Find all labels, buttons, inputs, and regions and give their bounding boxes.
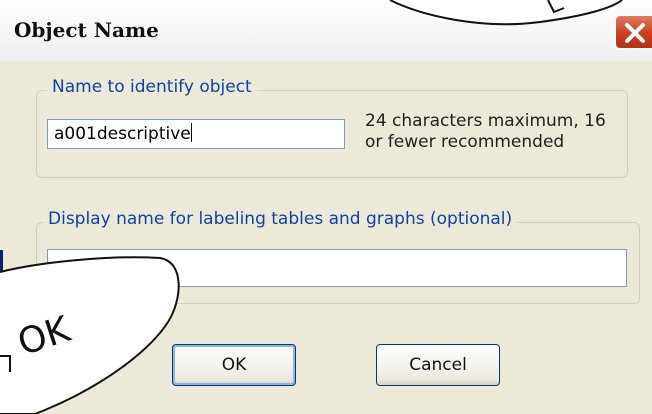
name-length-hint: 24 characters maximum, 16 or fewer recom… bbox=[365, 111, 606, 153]
close-button[interactable] bbox=[614, 14, 652, 50]
close-icon bbox=[625, 23, 645, 43]
display-name-legend: Display name for labeling tables and gra… bbox=[43, 209, 518, 229]
object-name-input[interactable]: a001descriptive bbox=[47, 119, 345, 149]
ok-button[interactable]: OK bbox=[172, 344, 296, 386]
name-length-hint-line1: 24 characters maximum, 16 bbox=[365, 111, 606, 131]
object-name-value: a001descriptive bbox=[54, 124, 191, 144]
window-edge bbox=[0, 250, 3, 414]
display-name-input[interactable] bbox=[47, 249, 627, 287]
display-name-groupbox: Display name for labeling tables and gra… bbox=[36, 209, 640, 304]
dialog-body: Name to identify object a001descriptive … bbox=[0, 62, 652, 414]
text-caret bbox=[190, 123, 192, 142]
dialog-title: Object Name bbox=[14, 18, 159, 42]
title-bar: Object Name bbox=[0, 0, 652, 62]
name-length-hint-line2: or fewer recommended bbox=[365, 132, 565, 152]
name-group-legend: Name to identify object bbox=[47, 77, 257, 97]
cancel-button[interactable]: Cancel bbox=[376, 344, 500, 386]
name-groupbox: Name to identify object a001descriptive … bbox=[36, 77, 628, 178]
